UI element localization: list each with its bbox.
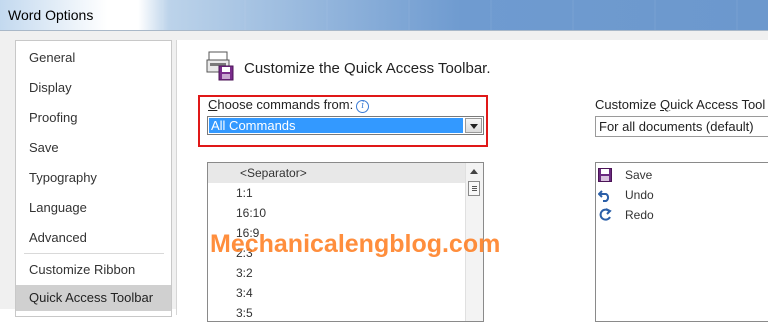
qat-panel: Customize the Quick Access Toolbar. Choo…	[176, 40, 768, 322]
customize-label-prefix: Customize	[595, 97, 661, 112]
list-item[interactable]: 3:5	[236, 303, 253, 321]
list-item[interactable]: <Separator>	[208, 163, 465, 183]
title-bar: Word Options	[0, 0, 768, 31]
nav-item-typography[interactable]: Typography	[16, 165, 171, 191]
nav-item-general[interactable]: General	[16, 45, 171, 71]
window-title: Word Options	[8, 7, 94, 23]
undo-icon	[598, 190, 610, 202]
nav-item-display[interactable]: Display	[16, 75, 171, 101]
page-heading: Customize the Quick Access Toolbar.	[244, 60, 491, 77]
list-item[interactable]: 3:4	[236, 283, 253, 303]
quick-access-toolbar-icon	[206, 51, 234, 81]
save-icon	[598, 168, 612, 182]
options-nav: General Display Proofing Save Typography…	[15, 40, 172, 317]
grip-line	[472, 188, 477, 189]
watermark: Mechanicalengblog.com	[210, 230, 501, 258]
qat-commands-list[interactable]: Save Undo Redo	[595, 162, 768, 322]
list-item[interactable]: 1:1	[236, 183, 253, 203]
title-bar-background	[0, 0, 768, 30]
nav-divider	[24, 253, 164, 254]
red-highlight-annotation	[198, 95, 488, 147]
scrollbar-thumb[interactable]	[468, 181, 480, 196]
list-item[interactable]: 3:2	[236, 263, 253, 283]
qat-item-label: Redo	[625, 208, 654, 222]
grip-line	[472, 190, 477, 191]
grip-line	[472, 186, 477, 187]
nav-item-quick-access-toolbar[interactable]: Quick Access Toolbar	[16, 285, 171, 311]
nav-item-customize-ribbon[interactable]: Customize Ribbon	[16, 257, 171, 283]
redo-icon	[599, 208, 612, 221]
customize-label-accelerator: Q	[660, 97, 671, 112]
nav-item-advanced[interactable]: Advanced	[16, 225, 171, 251]
qat-item-label: Save	[625, 168, 653, 182]
nav-item-language[interactable]: Language	[16, 195, 171, 221]
qat-item-label: Undo	[625, 188, 654, 202]
nav-item-save[interactable]: Save	[16, 135, 171, 161]
nav-item-proofing[interactable]: Proofing	[16, 105, 171, 131]
list-item[interactable]: 16:10	[236, 203, 266, 223]
customize-qat-label: Customize Quick Access Tool	[595, 97, 765, 112]
customize-label-text: uick Access Tool	[670, 97, 766, 112]
qat-scope-dropdown[interactable]: For all documents (default)	[595, 116, 768, 137]
scroll-up-icon[interactable]	[470, 169, 478, 174]
